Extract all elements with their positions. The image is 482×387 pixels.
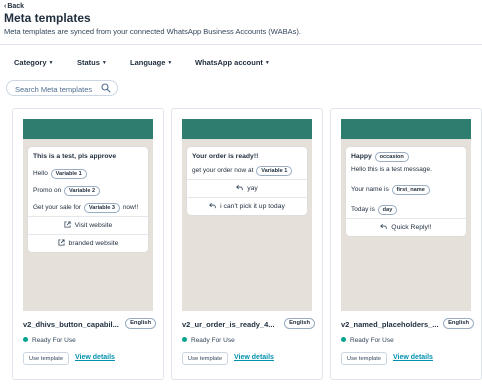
filter-category-label: Category [14, 58, 47, 67]
message-button-visit-website: Visit website [28, 216, 148, 234]
message-line: Today is day [351, 205, 461, 215]
message-button-branded-website: branded website [28, 234, 148, 252]
status-label: Ready For Use [350, 337, 394, 344]
variable-pill: first_name [391, 185, 430, 195]
status-indicator: Ready For Use [23, 337, 76, 344]
message-line: Your name is first_name [351, 185, 461, 195]
caret-down-icon: ▼ [167, 60, 173, 66]
preview-header-band [23, 119, 153, 139]
template-name: v2_dhivs_button_capabil... [23, 320, 119, 329]
filter-whatsapp-account-label: WhatsApp account [195, 58, 263, 67]
external-link-icon [64, 221, 71, 228]
header-divider [0, 44, 482, 45]
message-text: Hello [33, 170, 48, 177]
template-preview: Happy occasion Hello this is a test mess… [341, 119, 471, 311]
reply-icon [380, 224, 387, 230]
variable-pill: Variable 3 [83, 203, 120, 213]
caret-down-icon: ▼ [101, 60, 107, 66]
template-name: v2_named_placeholders_... [341, 320, 439, 329]
status-dot-icon [182, 337, 187, 342]
reply-icon [236, 185, 243, 191]
preview-header-band [341, 119, 471, 139]
language-badge: English [125, 318, 156, 329]
message-bubble: Your order is ready!! get your order now… [187, 147, 307, 215]
message-line: Promo on Variable 2 [33, 186, 143, 196]
message-button-label: Quick Reply!! [391, 224, 432, 231]
use-template-button[interactable]: Use template [341, 352, 387, 365]
template-card: Happy occasion Hello this is a test mess… [330, 108, 482, 380]
message-button-yay: yay [187, 179, 307, 197]
message-text: Your name is [351, 186, 389, 193]
preview-header-band [182, 119, 312, 139]
filter-category[interactable]: Category ▼ [14, 58, 53, 67]
caret-down-icon: ▼ [48, 60, 54, 66]
status-label: Ready For Use [32, 337, 76, 344]
variable-pill: occasion [374, 152, 409, 162]
search-icon[interactable] [101, 83, 111, 93]
use-template-button[interactable]: Use template [23, 352, 69, 365]
message-text: now!! [122, 204, 139, 211]
template-card: Your order is ready!! get your order now… [171, 108, 323, 380]
message-header: This is a test, pls approve [33, 153, 117, 160]
back-label: Back [7, 3, 25, 10]
search-box [6, 80, 118, 96]
variable-pill: Variable 2 [64, 186, 101, 196]
message-header: Your order is ready!! [192, 153, 259, 160]
variable-pill: day [377, 205, 398, 215]
view-details-link[interactable]: View details [75, 354, 115, 361]
message-button-quick-reply: Quick Reply!! [346, 218, 466, 236]
search-input[interactable] [13, 82, 105, 96]
page-subtitle: Meta templates are synced from your conn… [4, 27, 301, 36]
message-button-label: yay [247, 185, 258, 192]
status-dot-icon [23, 337, 28, 342]
view-details-link[interactable]: View details [234, 354, 274, 361]
template-name: v2_ur_order_is_ready_4... [182, 320, 275, 329]
message-header: Happy [351, 153, 372, 160]
message-text: Promo on [33, 187, 62, 194]
view-details-link[interactable]: View details [393, 354, 433, 361]
message-line: get your order now at Variable 1 [192, 166, 302, 176]
caret-down-icon: ▼ [264, 60, 270, 66]
language-badge: English [284, 318, 315, 329]
status-dot-icon [341, 337, 346, 342]
filter-status-label: Status [77, 58, 100, 67]
status-indicator: Ready For Use [341, 337, 394, 344]
message-text: Today is [351, 206, 375, 213]
filter-language[interactable]: Language ▼ [130, 58, 172, 67]
template-preview: This is a test, pls approve Hello Variab… [23, 119, 153, 311]
message-text: Get your sale for [33, 204, 82, 211]
status-label: Ready For Use [191, 337, 235, 344]
message-button-label: Visit website [74, 222, 113, 229]
back-link[interactable]: ‹Back [4, 3, 24, 10]
use-template-button[interactable]: Use template [182, 352, 228, 365]
message-bubble: Happy occasion Hello this is a test mess… [346, 147, 466, 236]
message-text: Hello this is a test message. [351, 166, 432, 173]
filter-status[interactable]: Status ▼ [77, 58, 107, 67]
message-line: Happy occasion [351, 152, 461, 162]
status-indicator: Ready For Use [182, 337, 235, 344]
variable-pill: Variable 1 [256, 166, 293, 176]
template-preview: Your order is ready!! get your order now… [182, 119, 312, 311]
variable-pill: Variable 1 [50, 169, 87, 179]
page-title: Meta templates [4, 11, 91, 25]
message-button-label: i can't pick it up today [220, 203, 285, 210]
message-bubble: This is a test, pls approve Hello Variab… [28, 147, 148, 252]
filter-language-label: Language [130, 58, 166, 67]
language-badge: English [443, 318, 474, 329]
message-text: get your order now at [192, 167, 254, 174]
reply-icon [209, 203, 216, 209]
message-line: Get your sale for Variable 3 now!! [33, 203, 143, 213]
external-link-icon [58, 239, 65, 246]
filter-whatsapp-account[interactable]: WhatsApp account ▼ [195, 58, 270, 67]
chevron-left-icon: ‹ [4, 3, 7, 10]
template-card: This is a test, pls approve Hello Variab… [12, 108, 164, 380]
message-button-cant-pick-up: i can't pick it up today [187, 197, 307, 215]
message-line: Hello Variable 1 [33, 169, 143, 179]
message-button-label: branded website [68, 240, 119, 247]
